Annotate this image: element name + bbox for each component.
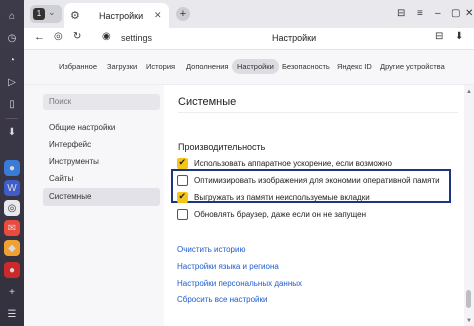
update-browser-label: Обновлять браузер, даже если он не запущ… [194, 210, 367, 219]
hardware-acceleration-label: Использовать аппаратное ускорение, если … [194, 159, 392, 168]
download-icon[interactable]: ⬇ [4, 124, 20, 140]
sidebar-item-interface[interactable]: Интерфейс [49, 140, 91, 149]
hardware-acceleration-checkbox[interactable] [177, 157, 188, 169]
gear-icon: ⚙ [70, 10, 80, 22]
url-text[interactable]: settings [121, 33, 152, 43]
settings-main: Системные Производительность Использоват… [164, 85, 464, 326]
scroll-up-icon[interactable]: ▲ [466, 89, 472, 95]
chevron-down-icon: ⌄ [48, 7, 56, 17]
disk-app-icon[interactable]: ◎ [4, 200, 20, 216]
address-bar: ← ◎ ↻ ◉ settings Настройки ⊟ ⬇ [24, 28, 474, 50]
tab-settings[interactable]: Настройки [232, 59, 279, 74]
mail-app-icon[interactable]: ✉ [4, 220, 20, 236]
tab-bookmarks[interactable]: Избранное [59, 62, 97, 71]
sidebar-item-sites[interactable]: Сайты [49, 174, 73, 183]
update-browser-checkbox[interactable] [177, 209, 188, 220]
alice-icon[interactable]: ● [4, 262, 20, 278]
close-tab-icon[interactable]: ✕ [154, 10, 162, 21]
tab-group-button[interactable]: 1 ⌄ [30, 5, 62, 23]
maximize-icon[interactable]: ▢ [451, 8, 460, 19]
word-app-icon[interactable]: W [4, 180, 20, 196]
refresh-icon[interactable]: ↻ [73, 31, 81, 42]
tab-count-badge: 1 [33, 8, 45, 20]
page-title: Настройки [272, 33, 317, 43]
dock-settings-icon[interactable]: ☰ [4, 306, 20, 322]
messenger-icon[interactable]: ● [4, 160, 20, 176]
tab-title: Настройки [99, 11, 144, 21]
unload-tabs-label: Выгружать из памяти неиспользуемые вклад… [194, 193, 370, 202]
settings-top-nav: Избранное Загрузки История Дополнения На… [24, 50, 474, 85]
yandex-account-icon[interactable]: ◎ [54, 31, 63, 42]
scrollbar-thumb[interactable] [466, 290, 471, 308]
language-settings-link[interactable]: Настройки языка и региона [177, 262, 279, 271]
site-info-icon[interactable]: ◉ [102, 31, 111, 42]
search-placeholder: Поиск [49, 97, 72, 106]
collections-icon[interactable]: ◔ [4, 52, 20, 68]
scroll-down-icon[interactable]: ▼ [466, 318, 472, 324]
settings-sidebar: Поиск Общие настройки Интерфейс Инструме… [24, 85, 164, 326]
download-icon[interactable]: ⬇ [455, 31, 463, 42]
shop-app-icon[interactable]: ◆ [4, 240, 20, 256]
tab-other-devices[interactable]: Другие устройства [380, 62, 445, 71]
bookmark-add-icon[interactable]: ⊟ [435, 31, 443, 42]
tab-downloads[interactable]: Загрузки [107, 62, 137, 71]
add-app-icon[interactable]: + [4, 284, 20, 300]
search-input[interactable]: Поиск [43, 94, 160, 110]
notes-icon[interactable]: ▯ [4, 96, 20, 112]
section-divider [178, 112, 458, 113]
sidebar-item-tools[interactable]: Инструменты [49, 157, 99, 166]
history-icon[interactable]: ◷ [4, 30, 20, 46]
section-title: Системные [178, 96, 237, 108]
new-tab-button[interactable]: + [176, 7, 190, 21]
video-icon[interactable]: ▷ [4, 74, 20, 90]
sidebar-item-system[interactable]: Системные [49, 192, 91, 201]
active-tab[interactable]: ⚙ Настройки ✕ [64, 3, 169, 28]
optimize-images-checkbox[interactable] [177, 175, 188, 186]
back-icon[interactable]: ← [34, 31, 45, 43]
close-window-icon[interactable]: ✕ [465, 8, 473, 19]
unload-tabs-checkbox[interactable] [177, 191, 188, 203]
browser-sidebar-dock: ⌂ ◷ ◔ ▷ ▯ ⬇ ● W ◎ ✉ ◆ ● + ☰ [0, 0, 24, 326]
tab-yandex-id[interactable]: Яндекс ID [337, 62, 372, 71]
scrollbar[interactable]: ▲ ▼ [464, 85, 474, 326]
menu-icon[interactable]: ≡ [417, 8, 423, 19]
bookmarks-icon[interactable]: ⊟ [397, 8, 405, 19]
dock-divider [6, 118, 18, 119]
optimize-images-label: Оптимизировать изображения для экономии … [194, 176, 440, 185]
personal-data-settings-link[interactable]: Настройки персональных данных [177, 279, 302, 288]
home-icon[interactable]: ⌂ [4, 8, 20, 24]
minimize-icon[interactable]: – [435, 8, 441, 19]
tab-bar: 1 ⌄ ⚙ Настройки ✕ + ⊟ ≡ – ▢ ✕ [24, 0, 474, 28]
reset-settings-link[interactable]: Сбросить все настройки [177, 295, 267, 304]
tab-security[interactable]: Безопасность [282, 62, 330, 71]
sidebar-item-general[interactable]: Общие настройки [49, 123, 115, 132]
tab-history[interactable]: История [146, 62, 175, 71]
subsection-title: Производительность [178, 142, 266, 152]
tab-extensions[interactable]: Дополнения [186, 62, 228, 71]
clear-history-link[interactable]: Очистить историю [177, 245, 245, 254]
